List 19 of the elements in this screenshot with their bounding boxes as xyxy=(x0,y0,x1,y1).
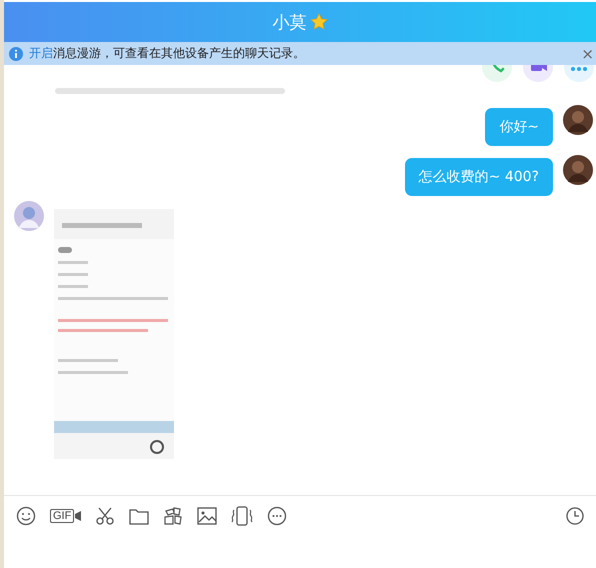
avatar[interactable] xyxy=(563,155,593,185)
avatar[interactable] xyxy=(563,105,593,135)
message-bubble: 怎么收费的~ 400? xyxy=(404,158,553,196)
image-collage-icon[interactable] xyxy=(163,506,184,526)
window-title: 小莫 xyxy=(272,12,306,34)
phone-shake-icon[interactable] xyxy=(231,506,254,526)
folder-icon[interactable] xyxy=(129,507,150,525)
scroll-bar[interactable] xyxy=(55,88,285,94)
notice-text: 开启消息漫游，可查看在其他设备产生的聊天记录。 xyxy=(29,45,306,62)
close-notice-button[interactable]: × xyxy=(581,44,594,62)
more-options-icon[interactable] xyxy=(267,506,288,526)
image-icon[interactable] xyxy=(197,507,218,525)
history-clock-icon[interactable] xyxy=(566,507,584,525)
enable-link[interactable]: 开启 xyxy=(29,46,53,60)
star-badge-icon xyxy=(310,13,328,31)
info-icon xyxy=(9,46,23,60)
message-bubble: 你好~ xyxy=(485,108,553,146)
emoji-icon[interactable] xyxy=(16,506,36,526)
scissors-icon[interactable] xyxy=(95,506,116,526)
